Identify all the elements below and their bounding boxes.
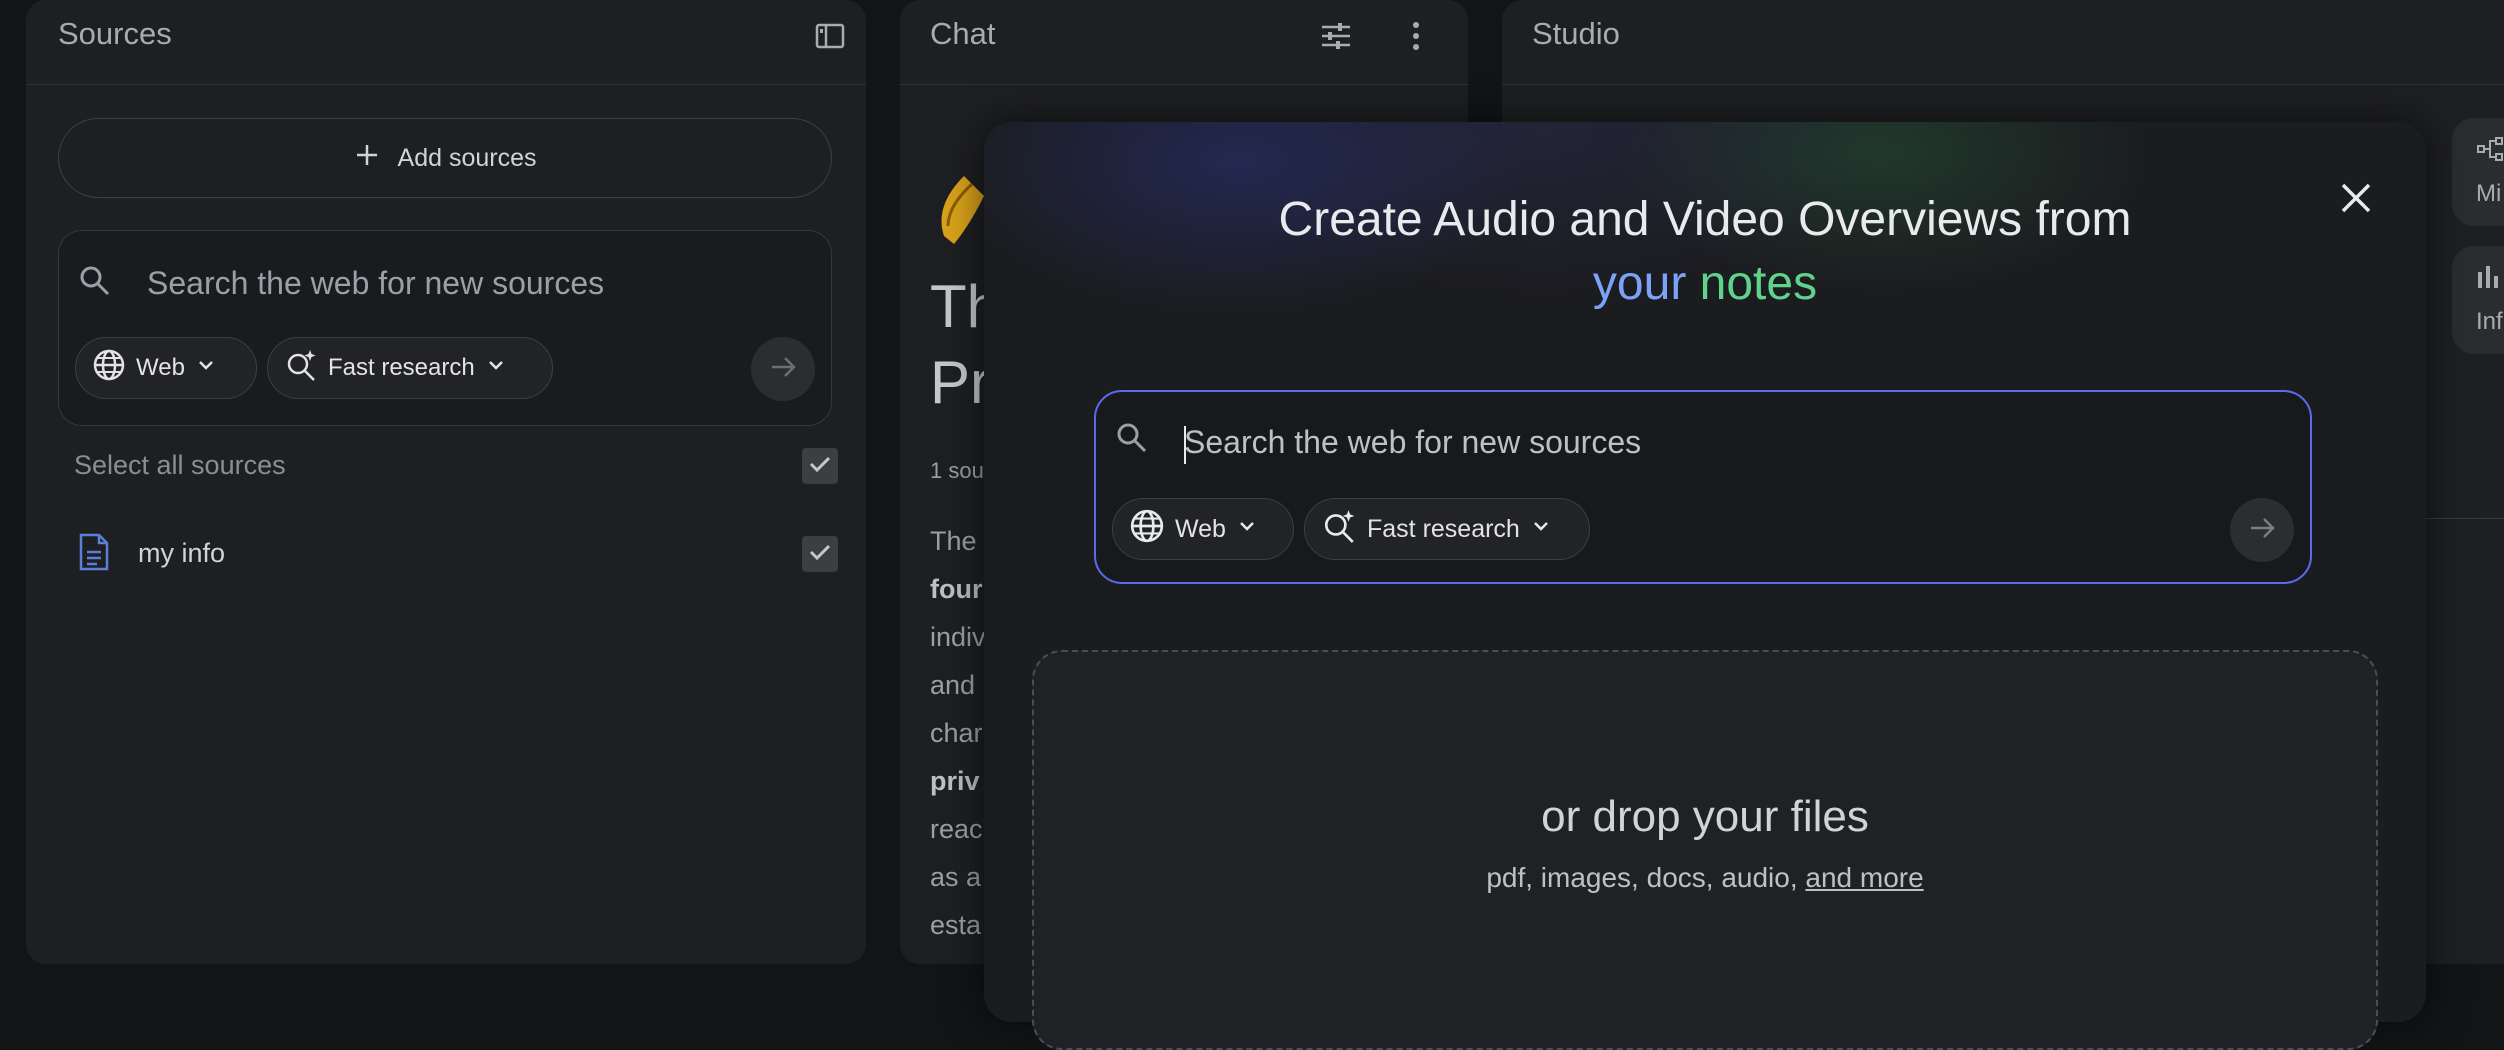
supported-file-types: pdf, images, docs, audio, (1486, 862, 1806, 893)
summary-line: four (930, 574, 983, 604)
notebook-heading-line2: Pr (930, 349, 990, 416)
source-item-label: my info (138, 538, 226, 568)
search-icon (1112, 418, 1152, 463)
infographic-card[interactable]: Inf (2452, 246, 2504, 354)
title-word-your: your (1592, 257, 1687, 310)
summary-line: char (930, 718, 983, 748)
bar-chart-icon (2476, 264, 2504, 295)
sparkle-search-icon (284, 348, 318, 389)
dialog-title-line2: your notes (984, 252, 2426, 316)
collapse-panel-icon[interactable] (806, 12, 854, 60)
dialog-title-line1: Create Audio and Video Overviews from (1278, 193, 2132, 246)
studio-header: Studio (1502, 0, 2504, 85)
web-source-dropdown[interactable]: Web (75, 337, 257, 399)
research-chip-label: Fast research (1367, 514, 1520, 543)
checkmark-icon (807, 451, 833, 482)
sources-search-box: Search the web for new sources Web Fast … (58, 230, 832, 426)
document-icon (78, 532, 110, 577)
arrow-right-icon (768, 352, 798, 387)
sparkle-search-icon (1321, 508, 1357, 551)
source-item-checkbox[interactable] (802, 536, 838, 572)
more-vert-icon[interactable] (1392, 12, 1440, 60)
mind-map-label: Mi (2476, 180, 2502, 207)
drop-title: or drop your files (1541, 792, 1869, 841)
sources-header: Sources (26, 0, 866, 85)
web-chip-label: Web (1175, 514, 1226, 543)
summary-line: and (930, 670, 976, 700)
text-cursor (1184, 426, 1186, 464)
add-sources-button[interactable]: Add sources (58, 118, 832, 198)
plus-icon (354, 142, 380, 175)
checkmark-icon (807, 539, 833, 570)
add-sources-label: Add sources (397, 143, 537, 172)
chevron-down-icon (1236, 515, 1258, 544)
close-button[interactable] (2328, 172, 2384, 228)
and-more-link[interactable]: and more (1805, 862, 1923, 893)
summary-line: as a (930, 862, 982, 892)
infographic-label: Inf (2476, 308, 2503, 335)
source-count: 1 sou (930, 458, 984, 483)
research-chip-label: Fast research (328, 354, 475, 381)
select-all-checkbox[interactable] (802, 448, 838, 484)
research-mode-dropdown[interactable]: Fast research (1304, 498, 1590, 560)
add-sources-dialog: Create Audio and Video Overviews from yo… (984, 122, 2426, 1050)
mind-map-icon (2476, 136, 2504, 167)
dialog-search-box: Search the web for new sources Web Fast … (1094, 390, 2312, 584)
dialog-search-input[interactable]: Search the web for new sources (1184, 424, 1641, 461)
chevron-down-icon (195, 354, 217, 383)
close-icon (2338, 180, 2374, 221)
select-all-label: Select all sources (74, 450, 286, 480)
studio-divider (2422, 518, 2504, 519)
chat-title: Chat (930, 16, 996, 51)
arrow-right-icon (2247, 513, 2277, 548)
summary-line: esta (930, 910, 982, 940)
research-mode-dropdown[interactable]: Fast research (267, 337, 553, 399)
search-icon (75, 261, 115, 306)
submit-search-button[interactable] (2230, 498, 2294, 562)
chevron-down-icon (1530, 515, 1552, 544)
chevron-down-icon (485, 354, 507, 383)
title-word-notes: notes (1699, 257, 1818, 310)
summary-line: The (930, 526, 977, 556)
sources-panel: Sources Add sources Search the web for n… (26, 0, 866, 964)
sources-title: Sources (58, 16, 172, 51)
submit-search-button[interactable] (751, 337, 815, 401)
web-chip-label: Web (136, 354, 185, 381)
summary-line: indiv (930, 622, 986, 652)
globe-icon (1129, 508, 1165, 551)
chat-header: Chat (900, 0, 1468, 85)
mind-map-card[interactable]: Mi (2452, 118, 2504, 226)
tune-settings-icon[interactable] (1312, 12, 1360, 60)
drop-subtitle: pdf, images, docs, audio, and more (1034, 862, 2376, 894)
web-source-dropdown[interactable]: Web (1112, 498, 1294, 560)
file-drop-zone[interactable]: or drop your files pdf, images, docs, au… (1032, 650, 2378, 1050)
summary-line: reac (930, 814, 983, 844)
globe-icon (92, 348, 126, 389)
dialog-title: Create Audio and Video Overviews from yo… (984, 188, 2426, 316)
studio-title: Studio (1532, 16, 1620, 51)
sources-search-input[interactable]: Search the web for new sources (147, 265, 604, 302)
summary-line: priv (930, 766, 980, 796)
